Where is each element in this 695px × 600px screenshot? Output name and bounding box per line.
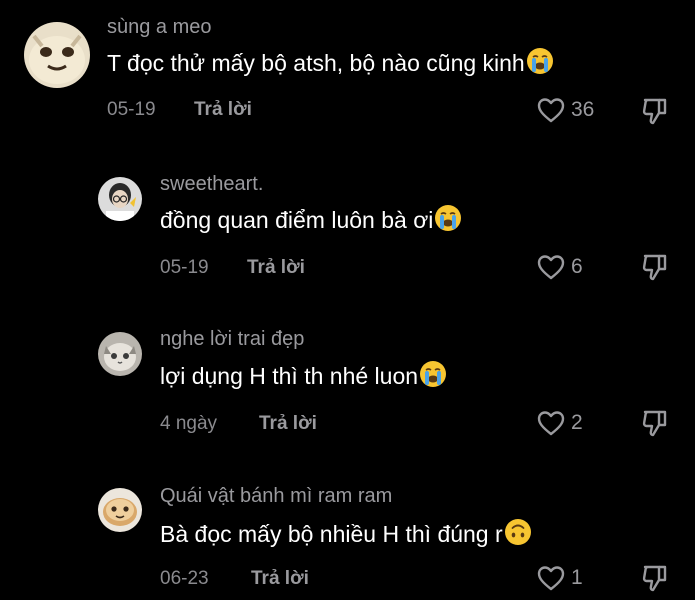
- reply-item: sweetheart. đồng quan điểm luôn bà ơi 05…: [0, 162, 695, 292]
- like-button[interactable]: 2: [536, 409, 583, 437]
- upside-down-face-icon: [504, 518, 532, 552]
- avatar[interactable]: [24, 22, 90, 88]
- dislike-button[interactable]: [640, 408, 670, 443]
- comment-date: 05-19: [107, 99, 156, 120]
- comment-username[interactable]: Quái vật bánh mì ram ram: [160, 485, 392, 508]
- comment-item: sùng a meo T đọc thử mấy bộ atsh, bộ nào…: [0, 0, 695, 130]
- like-button[interactable]: 1: [536, 564, 583, 592]
- loudly-crying-face-icon: [434, 204, 462, 238]
- reply-item: Quái vật bánh mì ram ram Bà đọc mấy bộ n…: [0, 475, 695, 600]
- like-count: 6: [571, 255, 583, 278]
- heart-outline-icon: [537, 98, 565, 123]
- comment-username[interactable]: sweetheart.: [160, 173, 263, 196]
- thumbs-down-icon: [642, 565, 667, 592]
- dislike-button[interactable]: [640, 563, 670, 598]
- thumbs-down-icon: [642, 410, 667, 437]
- comment-text-content: đồng quan điểm luôn bà ơi: [160, 207, 434, 233]
- comment-text: Bà đọc mấy bộ nhiều H thì đúng r: [160, 518, 532, 552]
- thumbs-down-icon: [642, 98, 667, 125]
- reply-button[interactable]: Trả lời: [247, 257, 305, 279]
- reply-button[interactable]: Trả lời: [259, 413, 317, 435]
- comment-text: T đọc thử mấy bộ atsh, bộ nào cũng kinh: [107, 47, 554, 81]
- dislike-button[interactable]: [640, 252, 670, 287]
- heart-outline-icon: [537, 566, 565, 591]
- comment-username[interactable]: sùng a meo: [107, 16, 212, 39]
- comment-date: 05-19: [160, 257, 209, 278]
- comment-text: đồng quan điểm luôn bà ơi: [160, 204, 462, 238]
- comment-username[interactable]: nghe lời trai đẹp: [160, 328, 304, 351]
- avatar[interactable]: [98, 488, 142, 532]
- heart-outline-icon: [537, 255, 565, 280]
- like-count: 1: [571, 566, 583, 589]
- bread-monster-avatar-image: [98, 488, 142, 532]
- heart-outline-icon: [537, 411, 565, 436]
- like-button[interactable]: 6: [536, 253, 583, 281]
- reply-item: nghe lời trai đẹp lợi dụng H thì th nhé …: [0, 318, 695, 448]
- cat-avatar-image: [24, 22, 90, 88]
- like-button[interactable]: 36: [536, 96, 594, 124]
- reply-button[interactable]: Trả lời: [251, 568, 309, 590]
- like-count: 36: [571, 98, 595, 121]
- dislike-button[interactable]: [640, 96, 670, 131]
- loudly-crying-face-icon: [526, 47, 554, 81]
- loudly-crying-face-icon: [419, 360, 447, 394]
- avatar[interactable]: [98, 177, 142, 221]
- avatar[interactable]: [98, 332, 142, 376]
- cat-avatar-image: [98, 332, 142, 376]
- thumbs-down-icon: [642, 254, 667, 281]
- comment-text-content: lợi dụng H thì th nhé luon: [160, 363, 419, 389]
- comment-text: lợi dụng H thì th nhé luon: [160, 360, 447, 394]
- reply-button[interactable]: Trả lời: [194, 99, 252, 121]
- comment-text-content: Bà đọc mấy bộ nhiều H thì đúng r: [160, 521, 503, 547]
- comment-text-content: T đọc thử mấy bộ atsh, bộ nào cũng kinh: [107, 50, 525, 76]
- comment-date: 4 ngày: [160, 413, 218, 434]
- person-avatar-image: [98, 177, 142, 221]
- like-count: 2: [571, 411, 583, 434]
- comment-date: 06-23: [160, 568, 209, 589]
